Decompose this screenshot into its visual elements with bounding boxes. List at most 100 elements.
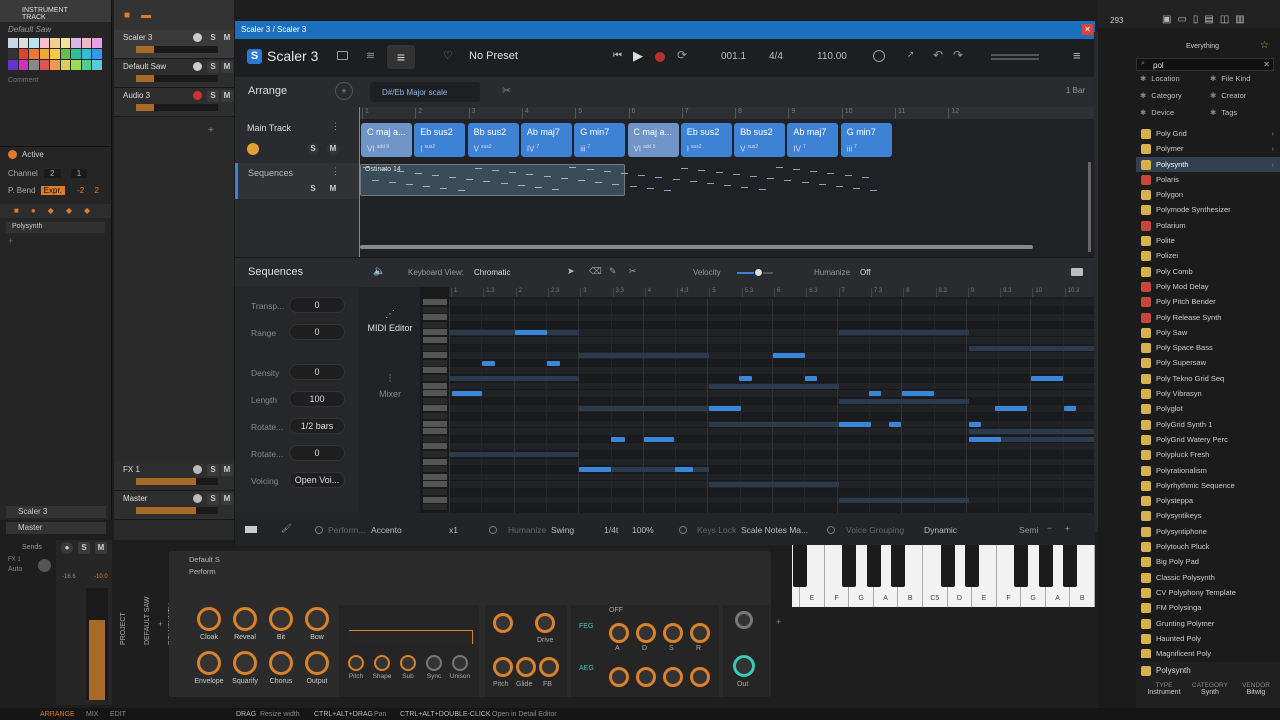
mute-button[interactable]: M — [221, 493, 233, 505]
midi-note[interactable] — [1031, 376, 1063, 381]
piano-roll-key[interactable] — [423, 382, 447, 389]
black-key[interactable] — [1014, 545, 1029, 587]
color-swatch[interactable] — [29, 38, 39, 48]
solo-button[interactable]: S — [207, 32, 219, 44]
close-icon[interactable]: ✕ — [1082, 24, 1093, 35]
filter-creator[interactable]: ✱ Creator — [1210, 91, 1246, 100]
color-swatch[interactable] — [8, 49, 18, 59]
squarify-knob[interactable] — [233, 651, 257, 675]
skip-back-icon[interactable]: ⏮ — [613, 50, 622, 61]
piano-roll-key[interactable] — [423, 504, 447, 511]
brush-icon[interactable]: 🖌 — [281, 523, 292, 534]
color-swatch[interactable] — [8, 60, 18, 70]
record-arm-button[interactable]: ● — [61, 542, 73, 554]
fx-volume-fader[interactable] — [136, 507, 218, 514]
result-item[interactable]: Classic Polysynth — [1136, 570, 1280, 585]
color-swatch[interactable] — [81, 38, 92, 48]
mute-button[interactable]: M — [221, 61, 233, 73]
chord-block[interactable]: C maj a... VI add 9 — [627, 123, 679, 157]
midi-note[interactable] — [902, 391, 934, 397]
color-swatch[interactable] — [71, 60, 81, 70]
midi-note[interactable] — [995, 406, 1027, 412]
track-state-icon[interactable] — [193, 494, 202, 503]
drag-out-icon[interactable]: ➚ — [907, 49, 915, 60]
voice-grouping-toggle[interactable] — [827, 526, 835, 534]
keyboard-icon[interactable] — [1071, 268, 1083, 276]
black-key[interactable] — [1063, 545, 1078, 587]
bow-knob[interactable] — [305, 607, 329, 631]
add-device-button[interactable]: + — [776, 617, 781, 627]
filter-device[interactable]: ✱ Device — [1140, 108, 1174, 117]
velocity-slider[interactable] — [737, 268, 773, 277]
result-item[interactable]: Poly Supersaw — [1136, 355, 1280, 370]
chord-block[interactable]: G min7 iii 7 — [840, 123, 892, 157]
filter-tags[interactable]: ✱ Tags — [1210, 108, 1237, 117]
result-item[interactable]: Poly Release Synth — [1136, 310, 1280, 325]
piano-roll-ruler[interactable]: 1 1.3 2 2.3 3 3.3 4 4.3 5 5.3 6 6.3 7 7.3 8 8.3 9 9.3 10 10… — [449, 287, 1095, 297]
keyboard-icon-small[interactable] — [245, 526, 257, 533]
result-item[interactable]: Polizei — [1136, 248, 1280, 263]
keyboard-view-select[interactable]: Chromatic — [474, 268, 510, 277]
black-key[interactable] — [793, 545, 808, 587]
envelope-knob-group[interactable]: Envelope — [194, 651, 224, 685]
sub-small-knob[interactable] — [400, 655, 416, 671]
result-item[interactable]: Poly Comb — [1136, 264, 1280, 279]
param-value[interactable]: Open Voi... — [289, 472, 345, 488]
midi-note[interactable] — [515, 330, 547, 336]
piano-roll-key[interactable] — [423, 405, 447, 412]
main-track-mute[interactable]: M — [327, 143, 339, 155]
cloak-knob[interactable] — [197, 607, 221, 631]
chord-block[interactable]: Eb sus2 Isus2 — [680, 123, 732, 157]
filter-knob-1[interactable] — [493, 613, 513, 633]
heart-icon[interactable]: ♡ — [443, 49, 453, 62]
param-value[interactable]: 100 — [289, 391, 345, 407]
feg-s-knob[interactable] — [663, 623, 683, 643]
output-knob-group[interactable]: Output — [302, 651, 332, 685]
keys-lock-mode[interactable]: Scale Notes Ma... — [741, 525, 808, 535]
output-knob[interactable] — [305, 651, 329, 675]
comment-field[interactable]: Comment — [8, 77, 38, 84]
filter-location[interactable]: ✱ Location — [1140, 74, 1180, 83]
color-swatch[interactable] — [29, 60, 39, 70]
filter-file-kind[interactable]: ✱ File Kind — [1210, 74, 1250, 83]
solo-button[interactable]: S — [207, 493, 219, 505]
envelope-knob[interactable] — [197, 651, 221, 675]
send-knob[interactable] — [38, 559, 51, 572]
result-item[interactable]: Polysyntikeys — [1136, 508, 1280, 523]
result-item[interactable]: Poly Grid › — [1136, 126, 1280, 141]
menu-icon[interactable]: ≡ — [387, 45, 415, 69]
pointer-tool-icon[interactable]: ➤ — [567, 266, 575, 277]
black-key[interactable] — [891, 545, 906, 587]
output-level-knob[interactable] — [735, 611, 753, 629]
pitch-knob[interactable] — [493, 657, 513, 677]
play-button[interactable]: ▶ — [633, 48, 643, 64]
add-section-icon[interactable]: + — [335, 82, 353, 100]
sync-small-group[interactable]: Sync — [422, 655, 446, 680]
track-toolbar[interactable]: ■ ▬ — [114, 0, 234, 31]
result-item[interactable]: Poly Tekno Grid Seq — [1136, 371, 1280, 386]
midi-note[interactable] — [889, 421, 901, 427]
hamburger-icon[interactable]: ≡ — [1073, 48, 1081, 63]
midi-note[interactable] — [1064, 406, 1076, 412]
param-value[interactable]: 0 — [289, 297, 345, 313]
route-select-2[interactable]: Master — [6, 522, 106, 534]
result-item[interactable]: Polarium — [1136, 218, 1280, 233]
feg-r-knob[interactable] — [690, 623, 710, 643]
result-item[interactable]: Magnificent Poly — [1136, 646, 1280, 658]
drive-knob[interactable] — [535, 613, 555, 633]
semi-decrease-button[interactable]: − — [1047, 523, 1052, 533]
piano-roll-key[interactable] — [423, 458, 447, 465]
param-value[interactable]: 0 — [289, 364, 345, 380]
volume-meter[interactable] — [86, 588, 108, 700]
track-header[interactable]: Audio 3 SM — [114, 88, 234, 117]
pbend-min[interactable]: -2 — [77, 186, 84, 195]
midi-note[interactable] — [739, 376, 752, 381]
result-item[interactable]: Polymer › — [1136, 141, 1280, 156]
color-swatch[interactable] — [50, 49, 60, 59]
record-button[interactable] — [655, 52, 665, 62]
result-item[interactable]: Polysteppa — [1136, 493, 1280, 508]
result-item[interactable]: Poly Mod Delay — [1136, 279, 1280, 294]
humanize-toggle[interactable] — [489, 526, 497, 534]
swing-label[interactable]: Swing — [551, 525, 574, 535]
piano-roll-keys[interactable] — [421, 287, 449, 513]
